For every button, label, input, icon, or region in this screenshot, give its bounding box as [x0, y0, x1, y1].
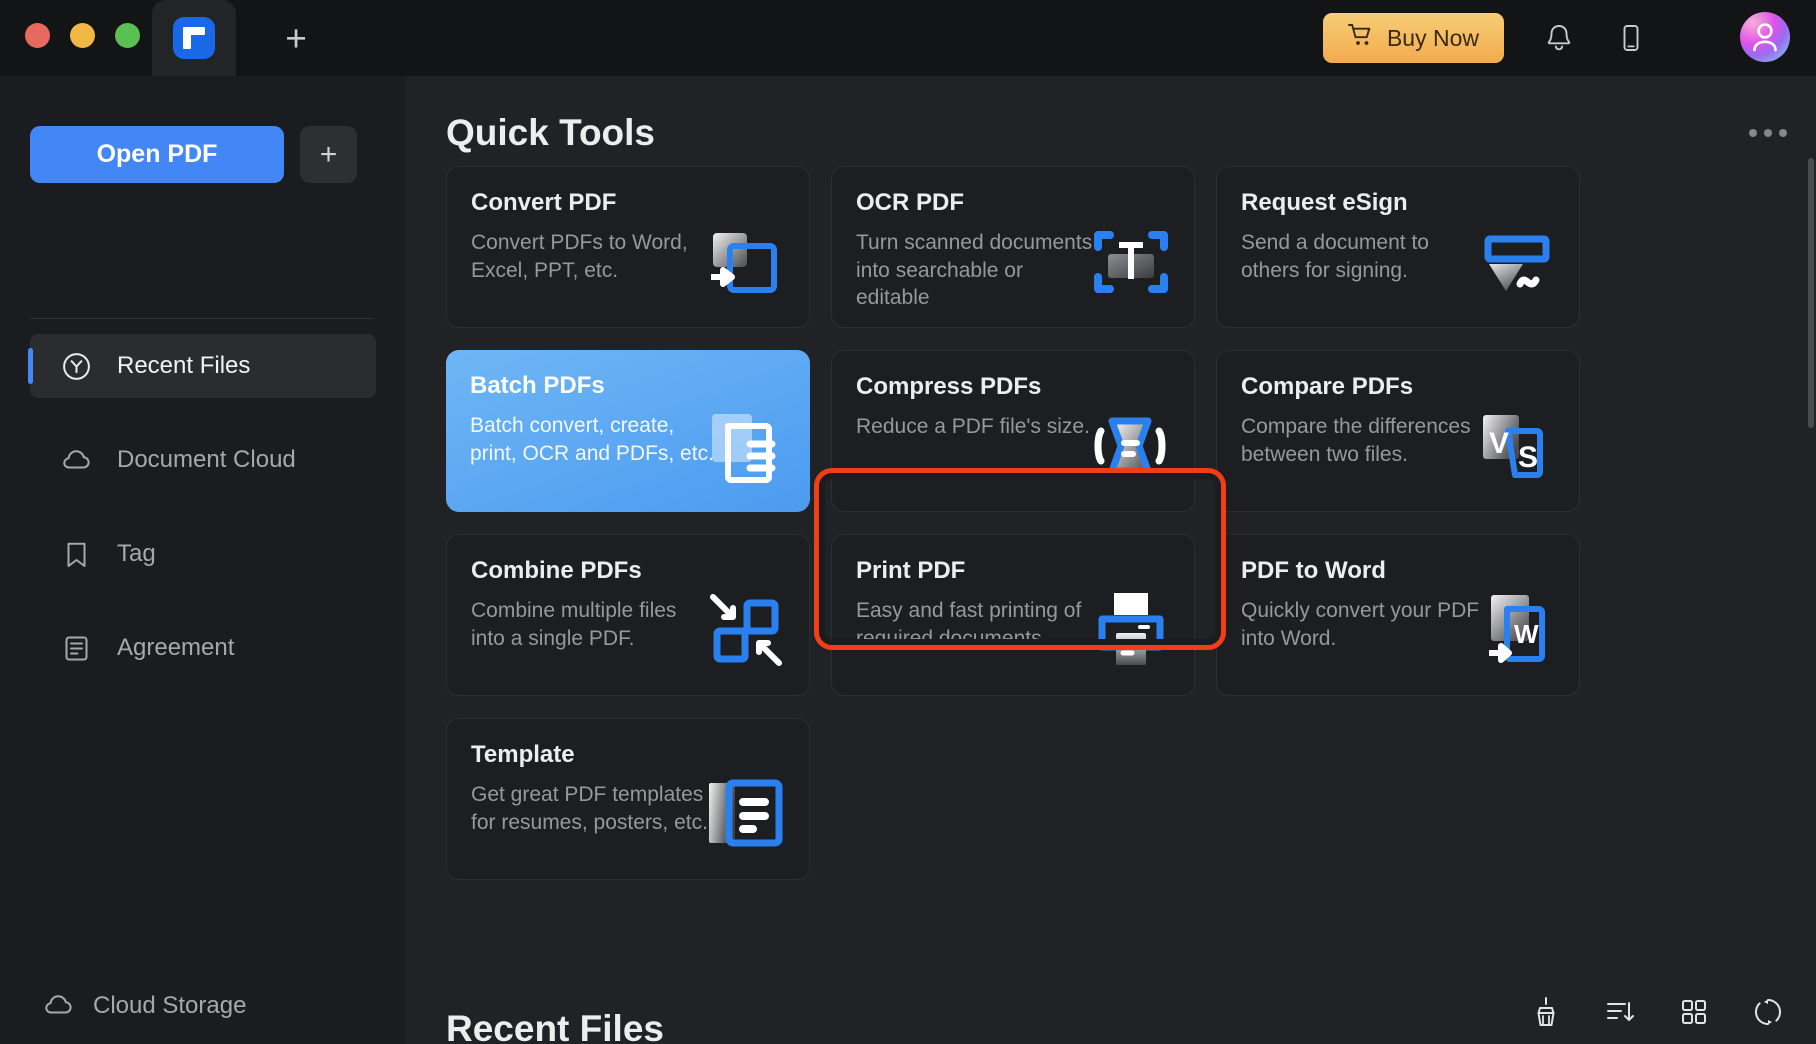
quick-tool-card-print-pdf[interactable]: Print PDF Easy and fast printing of requ…	[831, 534, 1195, 696]
buy-now-button[interactable]: Buy Now	[1322, 13, 1504, 63]
esign-icon	[1475, 221, 1557, 303]
pdf-to-word-icon: W	[1475, 589, 1557, 671]
quick-tools-grid: Convert PDF Convert PDFs to Word, Excel,…	[446, 166, 1776, 880]
sidebar-nav: Recent Files Document Cloud Tag Agreemen…	[0, 334, 406, 680]
cloud-icon	[42, 989, 75, 1022]
app-window: + Buy Now Open PDF + Recent Files Docume…	[0, 0, 1816, 1044]
cart-icon	[1348, 23, 1374, 53]
card-title: Template	[471, 741, 575, 768]
main-scrollbar[interactable]	[1808, 158, 1814, 428]
main-content: Quick Tools Convert PDF Convert PDFs to …	[406, 76, 1816, 1044]
cloud-icon	[60, 444, 93, 477]
card-description: Compare the differences between two file…	[1241, 415, 1471, 466]
quick-tool-card-request-esign[interactable]: Request eSign Send a document to others …	[1216, 166, 1580, 328]
quick-tool-card-ocr-pdf[interactable]: OCR PDF Turn scanned documents into sear…	[831, 166, 1195, 328]
quick-tool-card-template[interactable]: Template Get great PDF templates for res…	[446, 718, 810, 880]
svg-text:V: V	[1489, 427, 1509, 460]
broom-clear-icon[interactable]	[1528, 994, 1564, 1030]
quick-tool-card-compare-pdfs[interactable]: Compare PDFs Compare the differences bet…	[1216, 350, 1580, 512]
batch-pdfs-icon	[706, 406, 788, 488]
card-title: Request eSign	[1241, 189, 1408, 216]
buy-now-label: Buy Now	[1386, 24, 1479, 51]
refresh-icon[interactable]	[1750, 994, 1786, 1030]
card-title: Compare PDFs	[1241, 373, 1414, 400]
card-description: Convert PDFs to Word, Excel, PPT, etc.	[471, 231, 688, 282]
minimize-window-button[interactable]	[70, 23, 95, 48]
card-title: OCR PDF	[856, 189, 964, 216]
sidebar-item-document-cloud[interactable]: Document Cloud	[30, 428, 376, 492]
sidebar-divider	[30, 318, 373, 319]
new-tab-button[interactable]: +	[272, 14, 320, 62]
card-title: Combine PDFs	[471, 557, 642, 584]
sidebar-actions: Open PDF +	[30, 126, 357, 183]
cloud-storage-button[interactable]: Cloud Storage	[42, 989, 246, 1022]
ocr-scan-icon	[1090, 221, 1172, 303]
convert-pdf-icon	[705, 221, 787, 303]
agreement-document-icon	[60, 632, 93, 665]
sidebar-item-label: Agreement	[117, 634, 235, 661]
recent-clock-icon	[60, 350, 93, 383]
combine-icon	[705, 589, 787, 671]
sidebar-item-label: Recent Files	[117, 352, 251, 379]
card-description: Reduce a PDF file's size.	[856, 415, 1090, 438]
quick-tool-card-compress-pdfs[interactable]: Compress PDFs Reduce a PDF file's size.	[831, 350, 1195, 512]
card-description: Easy and fast printing of required docum…	[856, 599, 1082, 650]
sidebar-item-recent-files[interactable]: Recent Files	[28, 334, 376, 398]
compare-vs-icon: V S	[1475, 405, 1557, 487]
card-title: Batch PDFs	[470, 372, 605, 399]
card-title: PDF to Word	[1241, 557, 1386, 584]
card-title: Convert PDF	[471, 189, 617, 216]
sidebar-item-agreement[interactable]: Agreement	[30, 616, 376, 680]
sidebar-item-label: Document Cloud	[117, 446, 296, 473]
printer-icon	[1090, 589, 1172, 671]
quick-tool-card-combine-pdfs[interactable]: Combine PDFs Combine multiple files into…	[446, 534, 810, 696]
avatar[interactable]	[1740, 12, 1790, 62]
sort-descending-icon[interactable]	[1602, 994, 1638, 1030]
card-description: Get great PDF templates for resumes, pos…	[471, 783, 708, 834]
sidebar-item-label: Tag	[117, 540, 156, 567]
svg-text:S: S	[1518, 441, 1538, 474]
maximize-window-button[interactable]	[115, 23, 140, 48]
compress-icon	[1090, 405, 1172, 487]
card-description: Combine multiple files into a single PDF…	[471, 599, 677, 650]
open-pdf-button[interactable]: Open PDF	[30, 126, 284, 183]
card-title: Print PDF	[856, 557, 966, 584]
more-options-button[interactable]	[1746, 118, 1790, 148]
sidebar-item-tag[interactable]: Tag	[30, 522, 376, 586]
sidebar: Open PDF + Recent Files Document Cloud T…	[0, 76, 406, 1044]
svg-text:W: W	[1514, 619, 1539, 649]
quick-tool-card-pdf-to-word[interactable]: PDF to Word Quickly convert your PDF int…	[1216, 534, 1580, 696]
mobile-phone-icon[interactable]	[1611, 18, 1651, 58]
plus-icon: +	[319, 137, 338, 171]
bell-icon[interactable]	[1539, 18, 1579, 58]
card-description: Turn scanned documents into searchable o…	[856, 231, 1093, 310]
grid-view-icon[interactable]	[1676, 994, 1712, 1030]
recent-files-section-title: Recent Files	[446, 1008, 664, 1044]
card-description: Batch convert, create, print, OCR and PD…	[470, 414, 714, 465]
quick-tool-card-convert-pdf[interactable]: Convert PDF Convert PDFs to Word, Excel,…	[446, 166, 810, 328]
card-description: Send a document to others for signing.	[1241, 231, 1429, 282]
window-controls	[25, 23, 140, 48]
pdfelement-logo-icon	[173, 17, 215, 59]
bookmark-icon	[60, 538, 93, 571]
page-title: Quick Tools	[446, 112, 656, 153]
document-tab[interactable]	[152, 0, 236, 76]
card-description: Quickly convert your PDF into Word.	[1241, 599, 1480, 650]
add-file-button[interactable]: +	[300, 126, 357, 183]
quick-tool-card-batch-pdfs[interactable]: Batch PDFs Batch convert, create, print,…	[446, 350, 810, 512]
recent-files-toolbar	[1528, 994, 1786, 1030]
title-bar: + Buy Now	[0, 0, 1816, 76]
cloud-storage-label: Cloud Storage	[93, 991, 247, 1019]
plus-icon: +	[285, 17, 307, 59]
close-window-button[interactable]	[25, 23, 50, 48]
template-icon	[705, 773, 787, 855]
card-title: Compress PDFs	[856, 373, 1042, 400]
